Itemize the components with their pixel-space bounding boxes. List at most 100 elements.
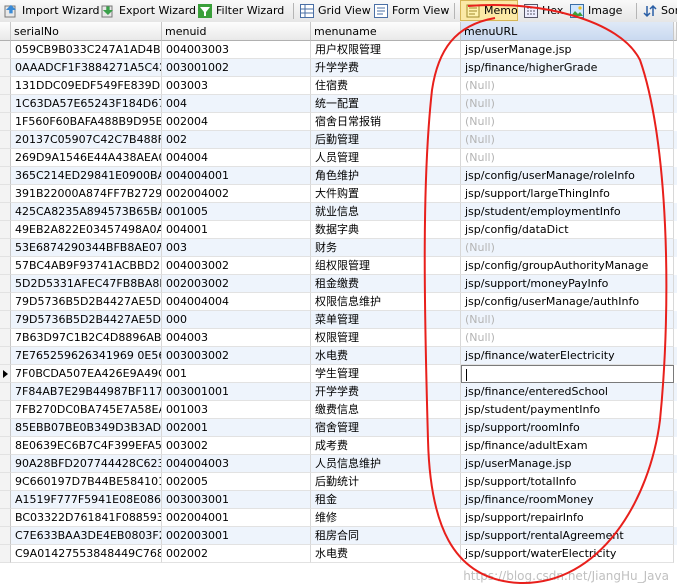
cell-menuurl[interactable]: jsp/config/userManage/authInfo bbox=[461, 293, 674, 311]
row-indicator[interactable] bbox=[0, 77, 11, 95]
table-row[interactable]: 7FB270DC0BA745E7A58EA65B 001003 缴费信息 jsp/st… bbox=[0, 401, 677, 419]
table-row[interactable]: 7B63D97C1B2C4D8896AB3648 004003 权限管理 (Null) bbox=[0, 329, 677, 347]
table-row[interactable]: 131DDC09EDF549FE839DE571 003003 住宿费 (Null) bbox=[0, 77, 677, 95]
table-row[interactable]: 7F84AB7E29B44987BF117A69 003001001 开学学费 jsp… bbox=[0, 383, 677, 401]
row-indicator[interactable] bbox=[0, 293, 11, 311]
cell-menuid[interactable]: 001005 bbox=[162, 203, 311, 221]
row-indicator[interactable] bbox=[0, 401, 11, 419]
cell-menuname[interactable]: 数据字典 bbox=[311, 221, 461, 239]
cell-menuname[interactable]: 人员管理 bbox=[311, 149, 461, 167]
cell-menuid[interactable]: 003003 bbox=[162, 77, 311, 95]
cell-menuname[interactable]: 权限管理 bbox=[311, 329, 461, 347]
row-indicator[interactable] bbox=[0, 131, 11, 149]
table-row[interactable]: 269D9A1546E44A438AEA0513 004004 人员管理 (Null) bbox=[0, 149, 677, 167]
row-indicator[interactable] bbox=[0, 113, 11, 131]
cell-menuid[interactable]: 002004 bbox=[162, 113, 311, 131]
cell-serialno[interactable]: BC03322D761841F08859350D bbox=[11, 509, 162, 527]
cell-menuname[interactable]: 人员信息维护 bbox=[311, 455, 461, 473]
cell-serialno[interactable]: 0AAADCF1F3884271A5C42EE5 bbox=[11, 59, 162, 77]
cell-menuname[interactable]: 角色维护 bbox=[311, 167, 461, 185]
table-row[interactable]: BC03322D761841F08859350D 002004001 维修 jsp/s… bbox=[0, 509, 677, 527]
cell-menuname[interactable]: 水电费 bbox=[311, 347, 461, 365]
table-row[interactable]: 49EB2A822E03457498A0A19F 004001 数据字典 jsp/co… bbox=[0, 221, 677, 239]
cell-menuurl[interactable]: (Null) bbox=[461, 95, 674, 113]
cell-menuname[interactable]: 水电费 bbox=[311, 545, 461, 563]
column-header-menuname[interactable]: menuname bbox=[311, 22, 461, 41]
cell-menuid[interactable]: 002005 bbox=[162, 473, 311, 491]
cell-menuurl[interactable]: (Null) bbox=[461, 131, 674, 149]
table-row[interactable]: 85EBB07BE0B349D3B3AD1B50 002001 宿舍管理 jsp/su… bbox=[0, 419, 677, 437]
cell-menuname[interactable]: 缴费信息 bbox=[311, 401, 461, 419]
row-indicator[interactable] bbox=[0, 347, 11, 365]
row-indicator[interactable] bbox=[0, 257, 11, 275]
cell-menuname[interactable]: 开学学费 bbox=[311, 383, 461, 401]
row-indicator[interactable] bbox=[0, 473, 11, 491]
cell-menuurl[interactable]: jsp/support/repairInfo bbox=[461, 509, 674, 527]
cell-menuid[interactable]: 004 bbox=[162, 95, 311, 113]
table-row[interactable]: 53E6874290344BFB8AE07137 003 财务 (Null) bbox=[0, 239, 677, 257]
cell-menuid[interactable]: 003001002 bbox=[162, 59, 311, 77]
cell-menuid[interactable]: 003002 bbox=[162, 437, 311, 455]
row-indicator[interactable] bbox=[0, 419, 11, 437]
cell-menuurl[interactable]: (Null) bbox=[461, 329, 674, 347]
table-row[interactable]: 20137C05907C42C7B488F920 002 后勤管理 (Null) bbox=[0, 131, 677, 149]
cell-menuid[interactable]: 002 bbox=[162, 131, 311, 149]
cell-menuurl[interactable]: jsp/config/userManage/roleInfo bbox=[461, 167, 674, 185]
cell-serialno[interactable]: 131DDC09EDF549FE839DE571 bbox=[11, 77, 162, 95]
cell-menuid[interactable]: 004004004 bbox=[162, 293, 311, 311]
cell-menuurl[interactable]: (Null) bbox=[461, 113, 674, 131]
cell-menuid[interactable]: 003003001 bbox=[162, 491, 311, 509]
row-indicator[interactable] bbox=[0, 239, 11, 257]
cell-menuname[interactable]: 成考费 bbox=[311, 437, 461, 455]
cell-menuurl[interactable]: jsp/finance/waterElectricity bbox=[461, 347, 674, 365]
table-row[interactable]: 391B22000A874FF7B27298E3 002004002 大件购置 jsp… bbox=[0, 185, 677, 203]
hex-button[interactable]: Hex bbox=[524, 0, 563, 21]
cell-menuname[interactable]: 租金缴费 bbox=[311, 275, 461, 293]
row-indicator[interactable] bbox=[0, 311, 11, 329]
cell-menuid[interactable]: 004003 bbox=[162, 329, 311, 347]
cell-menuurl[interactable]: jsp/support/waterElectricity bbox=[461, 545, 674, 563]
table-row[interactable]: 9C660197D7B44BE584101F28 002005 后勤统计 jsp/su… bbox=[0, 473, 677, 491]
cell-menuid[interactable]: 004004003 bbox=[162, 455, 311, 473]
row-indicator[interactable] bbox=[0, 167, 11, 185]
cell-serialno[interactable]: 7F0BCDA507EA426E9A49C1A0 bbox=[11, 365, 162, 383]
cell-menuurl[interactable]: jsp/config/groupAuthorityManage bbox=[461, 257, 674, 275]
memo-button[interactable]: Memo bbox=[460, 0, 518, 21]
row-indicator[interactable] bbox=[0, 221, 11, 239]
cell-menuid[interactable]: 003001001 bbox=[162, 383, 311, 401]
cell-menuid[interactable]: 000 bbox=[162, 311, 311, 329]
row-indicator[interactable] bbox=[0, 383, 11, 401]
row-indicator[interactable] bbox=[0, 509, 11, 527]
cell-menuurl[interactable] bbox=[461, 365, 674, 383]
cell-menuname[interactable]: 权限信息维护 bbox=[311, 293, 461, 311]
cell-menuname[interactable]: 学生管理 bbox=[311, 365, 461, 383]
cell-menuname[interactable]: 统一配置 bbox=[311, 95, 461, 113]
cell-menuid[interactable]: 003 bbox=[162, 239, 311, 257]
cell-menuurl[interactable]: (Null) bbox=[461, 311, 674, 329]
cell-serialno[interactable]: 059CB9B033C247A1AD4B3F08 bbox=[11, 41, 162, 59]
cell-serialno[interactable]: C9A01427553848449C768641 bbox=[11, 545, 162, 563]
table-row[interactable]: C7E633BAA3DE4EB0803F2D8C 002003001 租房合同 jsp… bbox=[0, 527, 677, 545]
table-row[interactable]: 059CB9B033C247A1AD4B3F08 004003003 用户权限管理 j… bbox=[0, 41, 677, 59]
row-indicator[interactable] bbox=[0, 275, 11, 293]
cell-menuid[interactable]: 004003002 bbox=[162, 257, 311, 275]
table-row[interactable]: 365C214ED29841E0900BA7D0 004004001 角色维护 jsp… bbox=[0, 167, 677, 185]
cell-menuname[interactable]: 用户权限管理 bbox=[311, 41, 461, 59]
table-row[interactable]: 425CA8235A894573B65BA269 001005 就业信息 jsp/st… bbox=[0, 203, 677, 221]
cell-menuname[interactable]: 后勤管理 bbox=[311, 131, 461, 149]
row-indicator[interactable] bbox=[0, 455, 11, 473]
row-indicator[interactable] bbox=[0, 203, 11, 221]
filter-wizard-button[interactable]: Filter Wizard bbox=[198, 0, 284, 21]
cell-menuurl[interactable]: jsp/config/dataDict bbox=[461, 221, 674, 239]
cell-menuurl[interactable]: jsp/support/roomInfo bbox=[461, 419, 674, 437]
cell-menuid[interactable]: 002003001 bbox=[162, 527, 311, 545]
cell-menuurl[interactable]: (Null) bbox=[461, 149, 674, 167]
cell-menuname[interactable]: 租房合同 bbox=[311, 527, 461, 545]
row-indicator[interactable] bbox=[0, 41, 11, 59]
table-row[interactable]: C9A01427553848449C768641 002002 水电费 jsp/sup… bbox=[0, 545, 677, 563]
cell-serialno[interactable]: A1519F777F5941E08E08634C bbox=[11, 491, 162, 509]
cell-serialno[interactable]: 8E0639EC6B7C4F399EFA5922 bbox=[11, 437, 162, 455]
cell-menuid[interactable]: 002004001 bbox=[162, 509, 311, 527]
cell-serialno[interactable]: 391B22000A874FF7B27298E3 bbox=[11, 185, 162, 203]
row-indicator[interactable] bbox=[0, 149, 11, 167]
